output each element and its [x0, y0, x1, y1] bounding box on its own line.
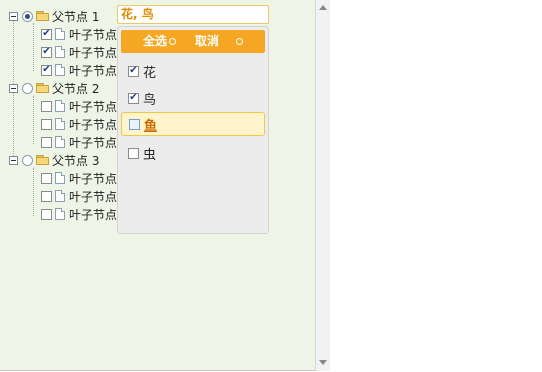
- tree-connector: [33, 96, 34, 144]
- cancel-button[interactable]: 取消: [195, 30, 219, 53]
- option-item[interactable]: 虫: [121, 141, 265, 165]
- leaf-label[interactable]: 叶子节点: [69, 44, 117, 61]
- file-icon: [55, 172, 65, 184]
- option-item-highlighted[interactable]: 鱼: [121, 112, 265, 136]
- parent-label[interactable]: 父节点 2: [52, 80, 99, 97]
- leaf-label[interactable]: 叶子节点: [69, 188, 117, 205]
- leaf-label[interactable]: 叶子节点: [69, 116, 117, 133]
- file-icon: [55, 118, 65, 130]
- parent-label[interactable]: 父节点 3: [52, 152, 99, 169]
- vertical-scrollbar[interactable]: [315, 0, 330, 371]
- tree-connector: [33, 23, 34, 71]
- file-icon: [55, 64, 65, 76]
- tree-leaf[interactable]: ✔ 叶子节点: [41, 25, 117, 43]
- folder-icon: [36, 154, 50, 166]
- radio-button[interactable]: [22, 10, 33, 22]
- option-label: 花: [143, 65, 157, 81]
- file-icon: [55, 136, 65, 148]
- file-icon: [55, 46, 65, 58]
- file-icon: [55, 208, 65, 220]
- option-item[interactable]: ✔ 花: [121, 59, 265, 83]
- ring-icon: [236, 38, 243, 45]
- collapse-icon[interactable]: [9, 11, 18, 21]
- dropdown-toolbar: 全选 取消: [121, 30, 265, 53]
- folder-icon: [36, 82, 50, 94]
- option-label: 鸟: [143, 92, 157, 108]
- option-item[interactable]: ✔ 鸟: [121, 86, 265, 110]
- collapse-icon[interactable]: [9, 83, 18, 93]
- checkbox[interactable]: ✔: [128, 65, 139, 77]
- checkbox[interactable]: ✔: [41, 64, 52, 76]
- tree-leaf[interactable]: ✔ 叶子节点: [41, 61, 117, 79]
- file-icon: [55, 100, 65, 112]
- tree-leaf[interactable]: 叶子节点: [41, 187, 117, 205]
- checkbox[interactable]: [128, 147, 139, 159]
- multiselect-input[interactable]: 花, 鸟: [117, 5, 269, 24]
- leaf-label[interactable]: 叶子节点: [69, 206, 117, 223]
- file-icon: [55, 190, 65, 202]
- checkbox[interactable]: [41, 136, 52, 148]
- leaf-label[interactable]: 叶子节点: [69, 98, 117, 115]
- checkbox[interactable]: [41, 190, 52, 202]
- checkbox[interactable]: ✔: [41, 28, 52, 40]
- file-icon: [55, 28, 65, 40]
- option-label: 鱼: [144, 118, 158, 134]
- tree-leaf[interactable]: 叶子节点: [41, 133, 117, 151]
- scroll-down-icon[interactable]: [319, 360, 327, 365]
- tree-leaf[interactable]: ✔ 叶子节点: [41, 43, 117, 61]
- tree-parent-2[interactable]: 父节点 2: [9, 79, 99, 97]
- tree-leaf[interactable]: 叶子节点: [41, 205, 117, 223]
- leaf-label[interactable]: 叶子节点: [69, 26, 117, 43]
- leaf-label[interactable]: 叶子节点: [69, 134, 117, 151]
- multiselect-dropdown: 全选 取消 ✔ 花 ✔ 鸟 鱼 虫: [117, 26, 269, 234]
- checkbox[interactable]: [41, 100, 52, 112]
- tree-leaf[interactable]: 叶子节点: [41, 169, 117, 187]
- checkbox[interactable]: [41, 118, 52, 130]
- option-label: 虫: [143, 147, 157, 163]
- radio-button[interactable]: [22, 82, 33, 94]
- scroll-up-icon[interactable]: [319, 5, 327, 10]
- radio-button[interactable]: [22, 154, 33, 166]
- tree-parent-3[interactable]: 父节点 3: [9, 151, 99, 169]
- leaf-label[interactable]: 叶子节点: [69, 170, 117, 187]
- tree-parent-1[interactable]: 父节点 1: [9, 7, 99, 25]
- checkbox[interactable]: [41, 172, 52, 184]
- ring-icon: [169, 38, 176, 45]
- checkbox[interactable]: ✔: [41, 46, 52, 58]
- folder-icon: [36, 10, 50, 22]
- checkbox[interactable]: [129, 118, 140, 130]
- tree-leaf[interactable]: 叶子节点: [41, 97, 117, 115]
- tree-connector: [33, 168, 34, 216]
- checkbox[interactable]: ✔: [128, 92, 139, 104]
- leaf-label[interactable]: 叶子节点: [69, 62, 117, 79]
- select-all-button[interactable]: 全选: [143, 30, 167, 53]
- parent-label[interactable]: 父节点 1: [52, 8, 99, 25]
- tree-leaf[interactable]: 叶子节点: [41, 115, 117, 133]
- checkbox[interactable]: [41, 208, 52, 220]
- collapse-icon[interactable]: [9, 155, 18, 165]
